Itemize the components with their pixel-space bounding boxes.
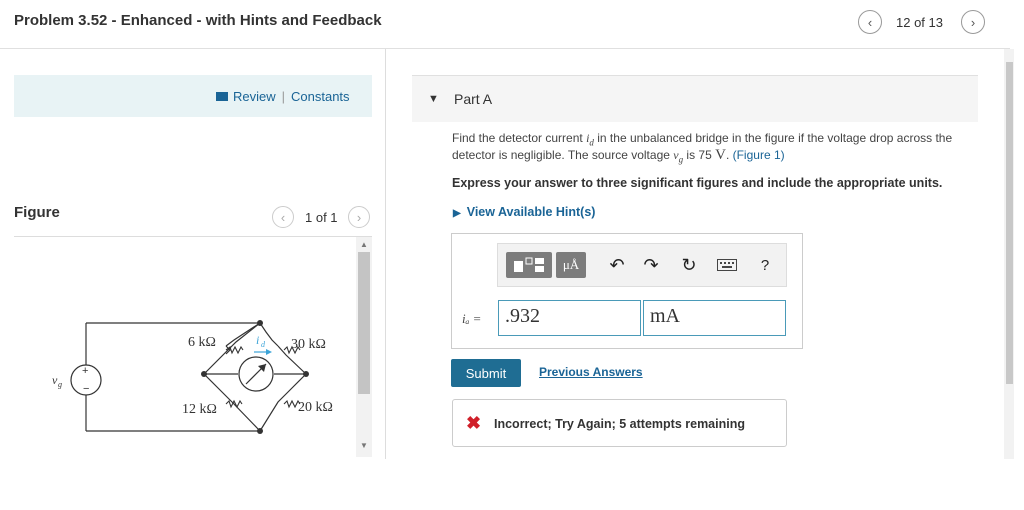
- feedback-text: Incorrect; Try Again; 5 attempts remaini…: [494, 417, 745, 431]
- problem-title: Problem 3.52 - Enhanced - with Hints and…: [14, 12, 382, 29]
- figure-scrollbar-thumb[interactable]: [358, 252, 370, 394]
- chevron-left-icon: ‹: [867, 14, 873, 30]
- scroll-down-icon[interactable]: ▼: [360, 441, 368, 450]
- value-input[interactable]: .932: [498, 300, 641, 336]
- redo-icon: ↷: [643, 254, 659, 275]
- units-input[interactable]: mA: [643, 300, 786, 336]
- redo-button[interactable]: ↷: [638, 252, 664, 278]
- review-link[interactable]: Review: [233, 89, 276, 104]
- scroll-up-icon[interactable]: ▲: [360, 240, 368, 249]
- resistor-label-30k: 30 kΩ: [291, 337, 326, 352]
- circuit-figure: 6 kΩ 30 kΩ 12 kΩ 20 kΩ i d v g + −: [52, 320, 333, 434]
- undo-icon: ↶: [609, 254, 625, 275]
- templates-icon: [514, 257, 544, 272]
- chevron-left-icon: ‹: [280, 209, 286, 225]
- current-subscript: d: [261, 340, 266, 349]
- constants-link[interactable]: Constants: [291, 89, 350, 104]
- link-separator: |: [281, 89, 286, 104]
- caret-right-icon: ▶: [453, 208, 461, 219]
- chevron-right-icon: ›: [970, 14, 976, 30]
- part-a-header[interactable]: [412, 75, 978, 122]
- figure-prev-button[interactable]: ‹: [272, 206, 294, 228]
- source-minus: −: [83, 383, 89, 395]
- figure-next-button[interactable]: ›: [348, 206, 370, 228]
- previous-answers-link[interactable]: Previous Answers: [539, 365, 643, 379]
- reset-button[interactable]: ↻: [676, 252, 702, 278]
- current-label: i: [256, 333, 259, 347]
- review-links: Review | Constants: [216, 89, 350, 104]
- answer-variable-label: iₐ =: [462, 311, 482, 326]
- prev-problem-button[interactable]: ‹: [858, 10, 882, 34]
- reset-icon: ↻: [681, 254, 697, 275]
- submit-button[interactable]: Submit: [451, 359, 521, 387]
- math-toolbar: μÅ ↶ ↷ ↻ ?: [497, 243, 787, 287]
- question-text: Find the detector current id in the unba…: [452, 131, 953, 165]
- panel-divider: [385, 49, 386, 459]
- units-button[interactable]: μÅ: [556, 252, 586, 278]
- next-problem-button[interactable]: ›: [961, 10, 985, 34]
- incorrect-icon: ✖: [466, 413, 482, 433]
- source-plus: +: [82, 365, 88, 377]
- help-button[interactable]: ?: [752, 252, 778, 278]
- instruction-text: Express your answer to three significant…: [452, 176, 943, 190]
- figure-link[interactable]: (Figure 1): [733, 148, 785, 162]
- view-hints-link[interactable]: ▶ View Available Hint(s): [453, 205, 595, 219]
- keyboard-button[interactable]: [714, 252, 740, 278]
- part-a-label: Part A: [454, 91, 493, 107]
- templates-button[interactable]: [506, 252, 552, 278]
- collapse-caret-icon[interactable]: ▼: [428, 93, 439, 105]
- figure-label: Figure: [14, 204, 60, 221]
- undo-button[interactable]: ↶: [604, 252, 630, 278]
- page-scrollbar-thumb[interactable]: [1006, 62, 1013, 384]
- source-subscript: g: [58, 380, 62, 389]
- resistor-label-6k: 6 kΩ: [188, 335, 216, 350]
- resistor-label-12k: 12 kΩ: [182, 402, 217, 417]
- chevron-right-icon: ›: [356, 209, 362, 225]
- review-icon: [216, 92, 228, 101]
- header-divider: [0, 48, 1010, 49]
- resistor-label-20k: 20 kΩ: [298, 400, 333, 415]
- figure-divider: [14, 236, 372, 237]
- problem-counter: 12 of 13: [896, 15, 943, 30]
- keyboard-icon: [717, 259, 737, 271]
- figure-counter: 1 of 1: [305, 210, 338, 225]
